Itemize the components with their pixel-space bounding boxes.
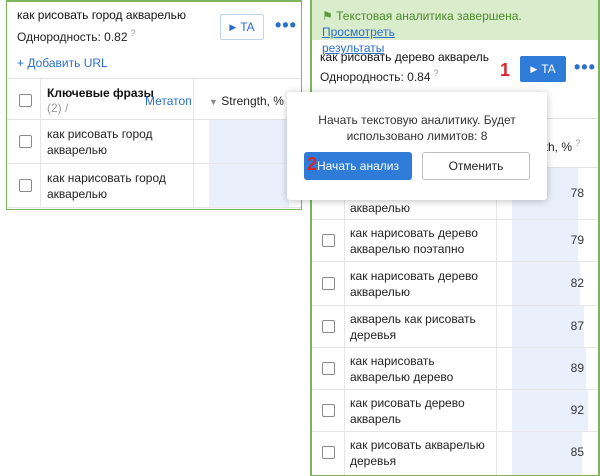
column-divider xyxy=(40,79,41,119)
row-checkbox[interactable] xyxy=(322,234,335,247)
keyword-phrase: как рисовать акварелью деревья xyxy=(350,438,485,468)
more-icon[interactable]: ••• xyxy=(275,15,297,36)
table-row: акварель как рисовать деревья 87 xyxy=(312,306,598,348)
cancel-button[interactable]: Отменить xyxy=(422,152,530,180)
popup-message-line-2: использовано лимитов: 8 xyxy=(346,129,488,143)
row-checkbox[interactable] xyxy=(322,320,335,333)
left-table-header: Ключевые фразы (2) / Метатоп ▼ Strength,… xyxy=(7,78,301,120)
keyword-phrase: как рисовать город акварелью xyxy=(47,127,153,157)
column-divider xyxy=(496,262,497,305)
column-divider xyxy=(344,220,345,261)
strength-value: 78 xyxy=(570,186,584,200)
column-divider xyxy=(193,164,194,207)
keyword-phrase: как рисовать дерево акварель xyxy=(350,396,465,426)
column-divider xyxy=(344,390,345,431)
help-icon[interactable]: ? xyxy=(131,28,136,38)
row-checkbox[interactable] xyxy=(19,179,32,192)
add-url-link[interactable]: + Добавить URL xyxy=(17,56,108,70)
ta-label: TA xyxy=(541,62,556,76)
column-divider xyxy=(496,220,497,261)
column-divider xyxy=(344,306,345,347)
ta-button[interactable]: ▶ TA xyxy=(520,56,566,82)
strength-value: 89 xyxy=(570,361,584,375)
start-analysis-popup: Начать текстовую аналитику. Будет исполь… xyxy=(287,92,547,200)
right-homogeneity-label: Однородность: 0.84 xyxy=(320,70,431,84)
strength-bar xyxy=(209,120,289,163)
table-row: как нарисовать дерево акварелью 82 xyxy=(312,262,598,306)
keyword-phrase: как нарисовать дерево акварелью xyxy=(350,269,478,299)
help-icon[interactable]: ? xyxy=(434,68,439,78)
sort-down-icon: ▼ xyxy=(209,97,218,107)
table-row: как нарисовать город акварелью 8 xyxy=(7,164,301,208)
success-text: Текстовая аналитика завершена. xyxy=(336,9,522,23)
strength-label: Strength, % xyxy=(221,94,284,108)
table-row: как нарисовать акварелью дерево 89 xyxy=(312,348,598,390)
strength-value: 85 xyxy=(570,445,584,459)
phrase-count: (2) / xyxy=(47,101,69,115)
row-checkbox[interactable] xyxy=(322,446,335,459)
strength-value: 87 xyxy=(570,319,584,333)
select-all-checkbox[interactable] xyxy=(19,94,32,107)
help-icon[interactable]: ? xyxy=(575,138,580,148)
row-checkbox[interactable] xyxy=(322,404,335,417)
column-divider xyxy=(40,120,41,163)
column-divider xyxy=(40,164,41,207)
popup-message-line-1: Начать текстовую аналитику. Будет xyxy=(318,113,516,127)
step-marker-2: 2 xyxy=(307,154,318,174)
column-header-metatop[interactable]: Метатоп xyxy=(145,93,192,109)
column-header-phrases[interactable]: Ключевые фразы xyxy=(47,85,154,101)
left-keyword-panel: как рисовать город акварелью Однородност… xyxy=(6,0,302,210)
play-icon: ▶ xyxy=(530,63,538,74)
strength-value: 92 xyxy=(570,403,584,417)
keyword-phrase: акварель как рисовать деревья xyxy=(350,312,476,342)
table-row: как нарисовать дерево акварелью поэтапно… xyxy=(312,220,598,262)
column-divider xyxy=(193,120,194,163)
start-analysis-button[interactable]: Начать анализ xyxy=(304,152,412,180)
column-divider xyxy=(496,432,497,475)
column-divider xyxy=(344,262,345,305)
more-icon[interactable]: ••• xyxy=(574,57,596,78)
keyword-phrase: как нарисовать акварелью дерево xyxy=(350,354,454,384)
strength-value: 79 xyxy=(570,233,584,247)
popup-message: Начать текстовую аналитику. Будет исполь… xyxy=(287,112,547,144)
row-checkbox[interactable] xyxy=(322,277,335,290)
success-banner: ⚑ Текстовая аналитика завершена. Просмот… xyxy=(312,0,598,55)
ta-button[interactable]: ▶ TA xyxy=(220,14,264,40)
strength-bar xyxy=(512,220,578,261)
left-homogeneity-label: Однородность: 0.82 xyxy=(17,30,128,44)
table-row: как рисовать город акварелью 8 xyxy=(7,120,301,164)
play-icon: ▶ xyxy=(229,21,237,32)
flag-icon: ⚑ xyxy=(322,9,333,23)
column-divider xyxy=(344,432,345,475)
step-marker-1: 1 xyxy=(500,60,511,80)
strength-bar xyxy=(209,164,289,207)
table-row: как рисовать акварелью деревья 85 xyxy=(312,432,598,475)
column-divider xyxy=(193,79,194,119)
row-checkbox[interactable] xyxy=(19,135,32,148)
strength-value: 82 xyxy=(570,276,584,290)
row-checkbox[interactable] xyxy=(322,362,335,375)
view-results-link[interactable]: Просмотреть xyxy=(322,25,395,39)
keyword-phrase: как нарисовать дерево акварелью поэтапно xyxy=(350,226,478,256)
keyword-phrase: акварелью xyxy=(350,201,411,215)
column-divider xyxy=(496,390,497,431)
ta-label: TA xyxy=(240,20,255,34)
column-header-strength[interactable]: ▼ Strength, % xyxy=(209,93,284,110)
right-keyword-panel: ⚑ Текстовая аналитика завершена. Просмот… xyxy=(310,0,600,476)
table-row: как рисовать дерево акварель 92 xyxy=(312,390,598,432)
column-divider xyxy=(496,348,497,389)
column-divider xyxy=(344,348,345,389)
column-divider xyxy=(496,306,497,347)
keyword-phrase: как нарисовать город акварелью xyxy=(47,171,166,201)
